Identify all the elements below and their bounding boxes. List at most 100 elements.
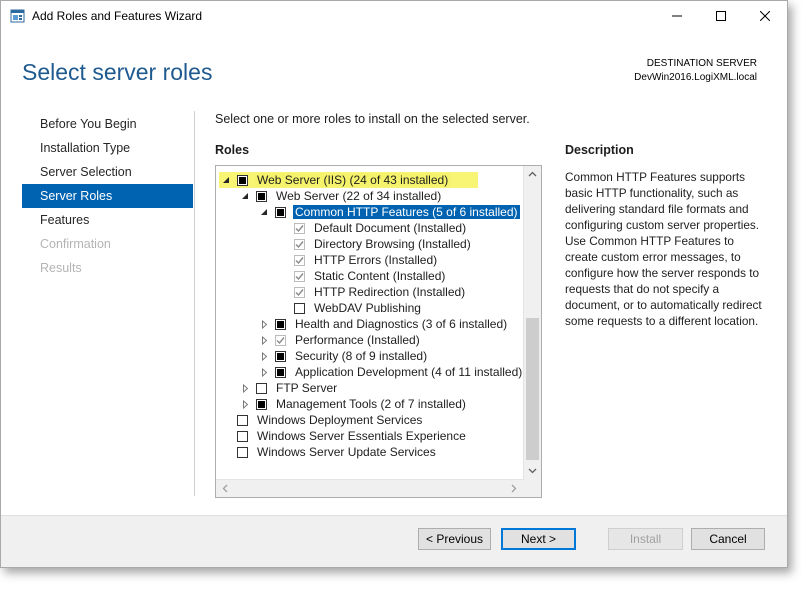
scroll-left-arrow-icon[interactable] [220, 483, 230, 493]
unchecked-checkbox[interactable] [237, 414, 248, 426]
wizard-window: Add Roles and Features Wizard Select ser… [0, 0, 788, 568]
role-tree-item[interactable]: Windows Server Update Services [221, 444, 438, 460]
role-label[interactable]: Windows Server Essentials Experience [255, 429, 468, 443]
maximize-button[interactable] [699, 1, 743, 31]
wizard-step-results: Results [40, 261, 82, 275]
unchecked-checkbox[interactable] [237, 430, 248, 442]
partial-checkbox[interactable] [256, 398, 267, 410]
collapsed-arrow-icon[interactable] [240, 383, 250, 393]
role-label[interactable]: Performance (Installed) [293, 333, 422, 347]
role-tree-item[interactable]: Security (8 of 9 installed) [259, 348, 429, 364]
roles-tree[interactable]: Web Server (IIS) (24 of 43 installed) Web… [215, 165, 542, 498]
role-label[interactable]: Windows Server Update Services [255, 445, 438, 459]
cancel-button[interactable]: Cancel [691, 528, 765, 550]
role-label[interactable]: Web Server (22 of 34 installed) [274, 189, 443, 203]
close-icon [760, 11, 770, 21]
vertical-scrollbar[interactable] [523, 166, 541, 480]
scroll-right-arrow-icon[interactable] [509, 483, 519, 493]
collapsed-arrow-icon[interactable] [240, 399, 250, 409]
expanded-arrow-icon[interactable] [221, 175, 231, 185]
collapsed-arrow-icon[interactable] [259, 335, 269, 345]
role-label[interactable]: Windows Deployment Services [255, 413, 424, 427]
wizard-footer: < Previous Next > Install Cancel [1, 515, 787, 567]
wizard-step-features[interactable]: Features [22, 208, 193, 232]
role-tree-item[interactable]: Health and Diagnostics (3 of 6 installed… [259, 316, 509, 332]
horizontal-scrollbar[interactable] [216, 479, 524, 497]
server-manager-icon [10, 9, 25, 23]
expanded-arrow-icon[interactable] [259, 207, 269, 217]
partial-checkbox[interactable] [275, 350, 286, 362]
close-button[interactable] [743, 1, 787, 31]
role-tree-item[interactable]: Default Document (Installed) [278, 220, 468, 236]
destination-server: DESTINATION SERVER DevWin2016.LogiXML.lo… [634, 57, 757, 85]
partial-checkbox[interactable] [275, 206, 286, 218]
role-label[interactable]: HTTP Errors (Installed) [312, 253, 439, 267]
role-label[interactable]: Application Development (4 of 11 install… [293, 365, 524, 379]
role-tree-item[interactable]: Application Development (4 of 11 install… [259, 364, 524, 380]
steps-divider [194, 111, 195, 496]
role-tree-item[interactable]: Windows Server Essentials Experience [221, 428, 468, 444]
role-tree-item[interactable]: Performance (Installed) [259, 332, 422, 348]
minimize-button[interactable] [655, 1, 699, 31]
collapsed-arrow-icon[interactable] [259, 351, 269, 361]
instruction-text: Select one or more roles to install on t… [215, 112, 530, 126]
scroll-up-arrow-icon[interactable] [527, 169, 537, 179]
role-tree-item[interactable]: Static Content (Installed) [278, 268, 447, 284]
checkmark-icon [276, 336, 285, 344]
wizard-step-server-selection[interactable]: Server Selection [22, 160, 193, 184]
vertical-scroll-thumb[interactable] [526, 318, 539, 460]
partial-checkbox[interactable] [275, 366, 286, 378]
checked-disabled-checkbox [294, 270, 305, 282]
expanded-arrow-icon[interactable] [240, 191, 250, 201]
role-tree-item[interactable]: HTTP Redirection (Installed) [278, 284, 467, 300]
checked-disabled-checkbox [275, 334, 286, 346]
role-label[interactable]: WebDAV Publishing [312, 301, 423, 315]
role-tree-item[interactable]: Management Tools (2 of 7 installed) [240, 396, 468, 412]
previous-button[interactable]: < Previous [418, 528, 491, 550]
unchecked-checkbox[interactable] [256, 382, 267, 394]
unchecked-checkbox[interactable] [294, 302, 305, 314]
scrollbar-corner [524, 480, 541, 497]
role-label[interactable]: Management Tools (2 of 7 installed) [274, 397, 468, 411]
partial-checkbox[interactable] [275, 318, 286, 330]
collapsed-arrow-icon[interactable] [259, 319, 269, 329]
install-button: Install [608, 528, 683, 550]
role-tree-item[interactable]: Web Server (IIS) (24 of 43 installed) [219, 172, 479, 188]
role-label[interactable]: Directory Browsing (Installed) [312, 237, 473, 251]
role-tree-item[interactable]: Common HTTP Features (5 of 6 installed) [259, 204, 520, 220]
role-tree-item[interactable]: Directory Browsing (Installed) [278, 236, 473, 252]
wizard-step-confirmation: Confirmation [40, 237, 111, 251]
wizard-step-server-roles[interactable]: Server Roles [22, 184, 193, 208]
destination-server-name: DevWin2016.LogiXML.local [634, 72, 757, 83]
partial-checkbox[interactable] [256, 190, 267, 202]
role-label[interactable]: Health and Diagnostics (3 of 6 installed… [293, 317, 509, 331]
checkmark-icon [295, 240, 304, 248]
checkmark-icon [295, 256, 304, 264]
wizard-step-installation-type[interactable]: Installation Type [22, 136, 193, 160]
scroll-down-arrow-icon[interactable] [527, 466, 537, 476]
page-title: Select server roles [22, 59, 213, 85]
role-label[interactable]: Web Server (IIS) (24 of 43 installed) [255, 173, 451, 187]
role-label[interactable]: HTTP Redirection (Installed) [312, 285, 467, 299]
role-label[interactable]: Default Document (Installed) [312, 221, 468, 235]
collapsed-arrow-icon[interactable] [259, 367, 269, 377]
role-tree-item[interactable]: HTTP Errors (Installed) [278, 252, 439, 268]
role-label[interactable]: Security (8 of 9 installed) [293, 349, 429, 363]
role-label[interactable]: Common HTTP Features (5 of 6 installed) [293, 205, 520, 219]
wizard-steps: Before You Begin Installation Type Server … [22, 112, 193, 280]
role-label[interactable]: Static Content (Installed) [312, 269, 447, 283]
role-label[interactable]: FTP Server [274, 381, 339, 395]
role-tree-item[interactable]: Web Server (22 of 34 installed) [240, 188, 443, 204]
wizard-step-before-you-begin[interactable]: Before You Begin [22, 112, 193, 136]
role-tree-item[interactable]: Windows Deployment Services [221, 412, 424, 428]
checkmark-icon [295, 272, 304, 280]
partial-checkbox[interactable] [237, 174, 248, 186]
role-tree-item[interactable]: FTP Server [240, 380, 339, 396]
checked-disabled-checkbox [294, 254, 305, 266]
title-bar[interactable]: Add Roles and Features Wizard [1, 1, 787, 31]
role-tree-item[interactable]: WebDAV Publishing [278, 300, 423, 316]
description-text: Common HTTP Features supports basic HTTP… [565, 170, 762, 328]
next-button[interactable]: Next > [501, 528, 576, 550]
unchecked-checkbox[interactable] [237, 446, 248, 458]
description-heading: Description [565, 143, 634, 157]
